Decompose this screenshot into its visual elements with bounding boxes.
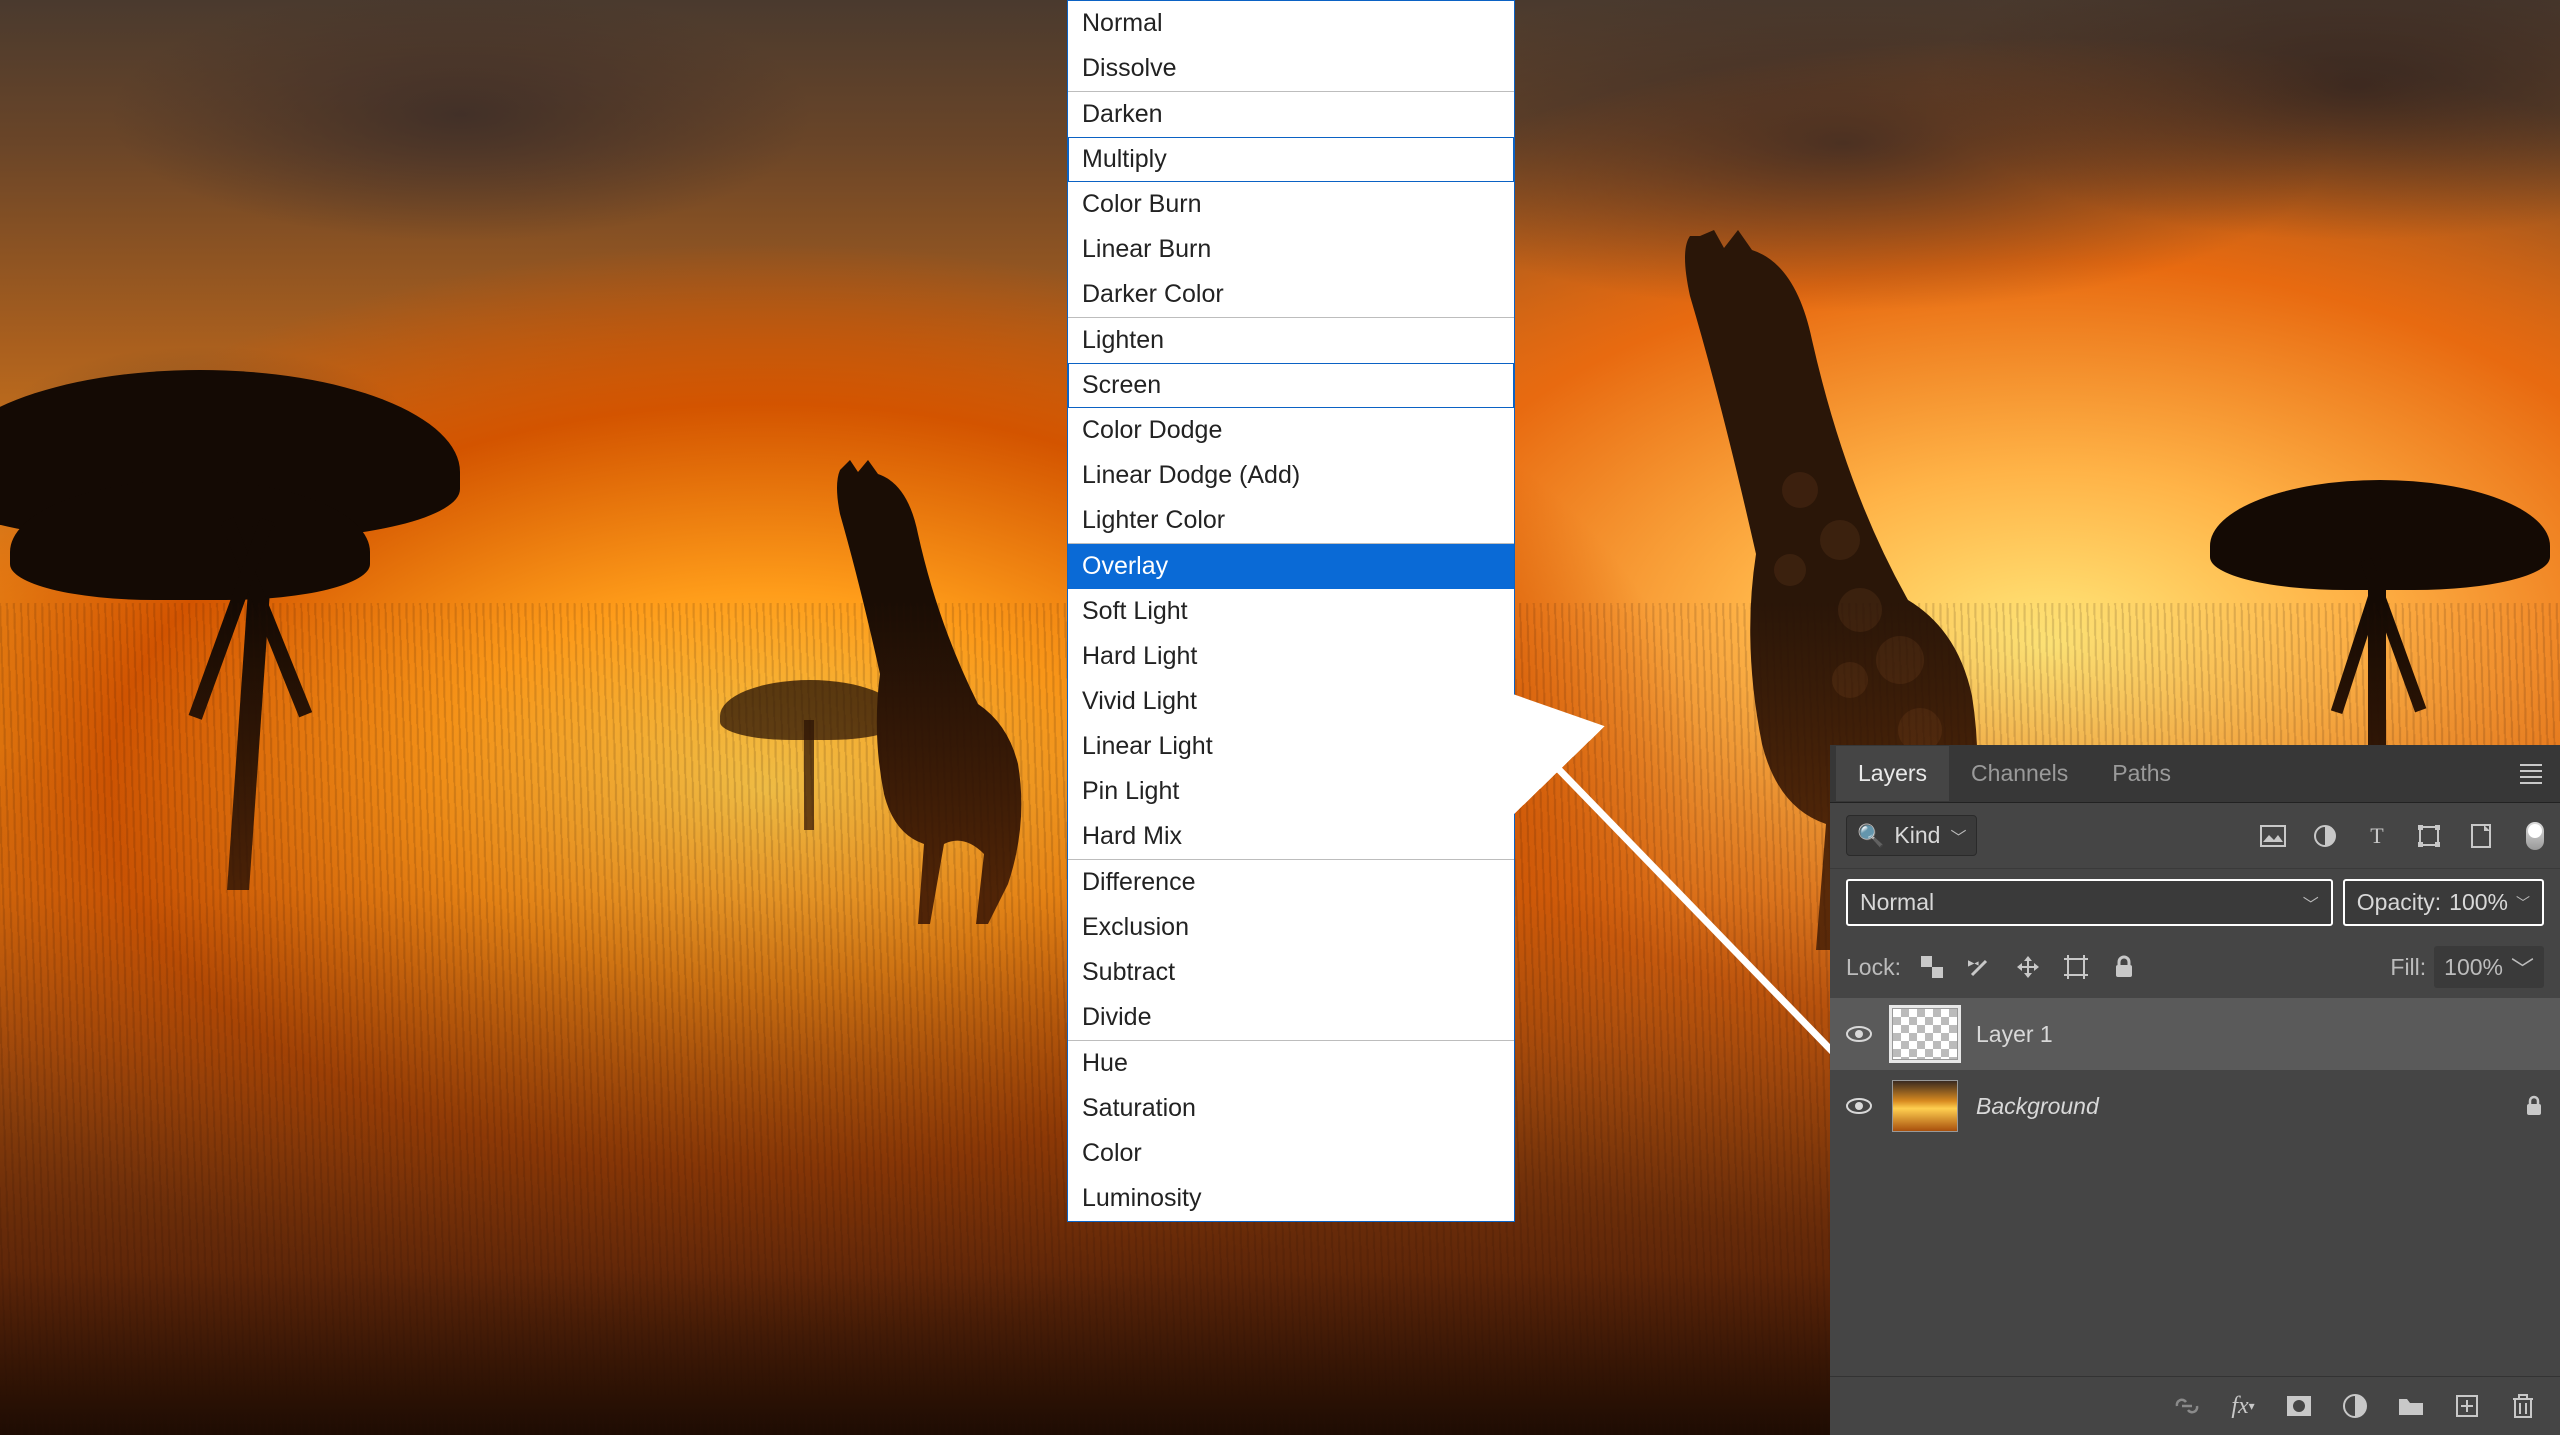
layer-row[interactable]: Layer 1 <box>1830 998 2560 1070</box>
blend-mode-option[interactable]: Linear Burn <box>1068 227 1514 272</box>
tab-paths[interactable]: Paths <box>2090 746 2193 801</box>
blend-mode-option[interactable]: Exclusion <box>1068 905 1514 950</box>
visibility-eye-icon[interactable] <box>1846 1025 1874 1043</box>
lock-position-icon[interactable] <box>2013 952 2043 982</box>
blend-mode-option[interactable]: Screen <box>1068 363 1514 408</box>
layer-filter-row: 🔍 Kind ﹀ T <box>1830 803 2560 869</box>
panel-tabs: Layers Channels Paths <box>1830 745 2560 803</box>
fill-control[interactable]: 100% ﹀ <box>2434 946 2544 988</box>
svg-text:T: T <box>2370 824 2384 848</box>
layer-list: Layer 1 Background <box>1830 998 2560 1376</box>
fill-label: Fill: <box>2390 954 2426 981</box>
search-icon: 🔍 <box>1857 823 1884 849</box>
chevron-down-icon: ﹀ <box>1950 824 1966 848</box>
blend-mode-option[interactable]: Difference <box>1068 860 1514 905</box>
layer-thumbnail[interactable] <box>1892 1008 1958 1060</box>
blend-mode-option[interactable]: Overlay <box>1068 544 1514 589</box>
adjustment-layer-icon[interactable] <box>2340 1391 2370 1421</box>
blend-opacity-row: Normal ﹀ Opacity: 100% ﹀ <box>1830 869 2560 936</box>
layer-name[interactable]: Layer 1 <box>1976 1021 2544 1048</box>
lock-label: Lock: <box>1846 954 1901 981</box>
tab-layers[interactable]: Layers <box>1836 746 1949 801</box>
opacity-label: Opacity: <box>2357 889 2441 916</box>
blend-mode-option[interactable]: Color <box>1068 1131 1514 1176</box>
opacity-control[interactable]: Opacity: 100% ﹀ <box>2343 879 2544 926</box>
group-icon[interactable] <box>2396 1391 2426 1421</box>
tab-channels[interactable]: Channels <box>1949 746 2090 801</box>
blend-mode-option[interactable]: Saturation <box>1068 1086 1514 1131</box>
filter-toggle[interactable] <box>2526 822 2544 850</box>
lock-artboard-icon[interactable] <box>2061 952 2091 982</box>
panel-footer: fx▾ <box>1830 1376 2560 1435</box>
blend-mode-option[interactable]: Color Dodge <box>1068 408 1514 453</box>
blend-mode-dropdown[interactable]: NormalDissolveDarkenMultiplyColor BurnLi… <box>1067 0 1515 1222</box>
filter-adjustment-icon[interactable] <box>2310 821 2340 851</box>
fill-value: 100% <box>2444 954 2503 981</box>
layer-mask-icon[interactable] <box>2284 1391 2314 1421</box>
blend-mode-option[interactable]: Hue <box>1068 1041 1514 1086</box>
lock-row: Lock: Fill: 100% ﹀ <box>1830 936 2560 998</box>
blend-mode-option[interactable]: Hard Light <box>1068 634 1514 679</box>
blend-mode-option[interactable]: Linear Light <box>1068 724 1514 769</box>
lock-pixels-icon[interactable] <box>1965 952 1995 982</box>
lock-all-icon[interactable] <box>2109 952 2139 982</box>
filter-type-icon[interactable]: T <box>2362 821 2392 851</box>
link-layers-icon[interactable] <box>2172 1391 2202 1421</box>
blend-mode-option[interactable]: Divide <box>1068 995 1514 1040</box>
blend-mode-option[interactable]: Subtract <box>1068 950 1514 995</box>
opacity-value: 100% <box>2449 889 2508 916</box>
lock-transparency-icon[interactable] <box>1917 952 1947 982</box>
filter-smart-icon[interactable] <box>2466 821 2496 851</box>
blend-mode-option[interactable]: Multiply <box>1068 137 1514 182</box>
chevron-down-icon: ﹀ <box>2516 893 2530 913</box>
layer-fx-icon[interactable]: fx▾ <box>2228 1391 2258 1421</box>
lock-icon[interactable] <box>2524 1095 2544 1117</box>
blend-mode-option[interactable]: Hard Mix <box>1068 814 1514 859</box>
chevron-down-icon: ﹀ <box>2303 891 2319 915</box>
blend-mode-value: Normal <box>1860 889 1934 916</box>
blend-mode-option[interactable]: Darker Color <box>1068 272 1514 317</box>
blend-mode-option[interactable]: Lighter Color <box>1068 498 1514 543</box>
filter-kind-select[interactable]: 🔍 Kind ﹀ <box>1846 815 1977 856</box>
trash-icon[interactable] <box>2508 1391 2538 1421</box>
layer-row[interactable]: Background <box>1830 1070 2560 1142</box>
blend-mode-option[interactable]: Darken <box>1068 92 1514 137</box>
filter-pixel-icon[interactable] <box>2258 821 2288 851</box>
blend-mode-option[interactable]: Linear Dodge (Add) <box>1068 453 1514 498</box>
new-layer-icon[interactable] <box>2452 1391 2482 1421</box>
blend-mode-option[interactable]: Soft Light <box>1068 589 1514 634</box>
blend-mode-option[interactable]: Vivid Light <box>1068 679 1514 724</box>
layer-name[interactable]: Background <box>1976 1093 2506 1120</box>
blend-mode-select[interactable]: Normal ﹀ <box>1846 879 2333 926</box>
blend-mode-option[interactable]: Normal <box>1068 1 1514 46</box>
layer-thumbnail[interactable] <box>1892 1080 1958 1132</box>
visibility-eye-icon[interactable] <box>1846 1097 1874 1115</box>
blend-mode-option[interactable]: Dissolve <box>1068 46 1514 91</box>
panel-menu-icon[interactable] <box>2508 756 2554 792</box>
blend-mode-option[interactable]: Luminosity <box>1068 1176 1514 1221</box>
blend-mode-option[interactable]: Lighten <box>1068 318 1514 363</box>
filter-shape-icon[interactable] <box>2414 821 2444 851</box>
chevron-down-icon: ﹀ <box>2511 950 2534 984</box>
blend-mode-option[interactable]: Color Burn <box>1068 182 1514 227</box>
layers-panel: Layers Channels Paths 🔍 Kind ﹀ T Normal … <box>1830 745 2560 1435</box>
blend-mode-option[interactable]: Pin Light <box>1068 769 1514 814</box>
filter-kind-label: Kind <box>1894 822 1940 849</box>
